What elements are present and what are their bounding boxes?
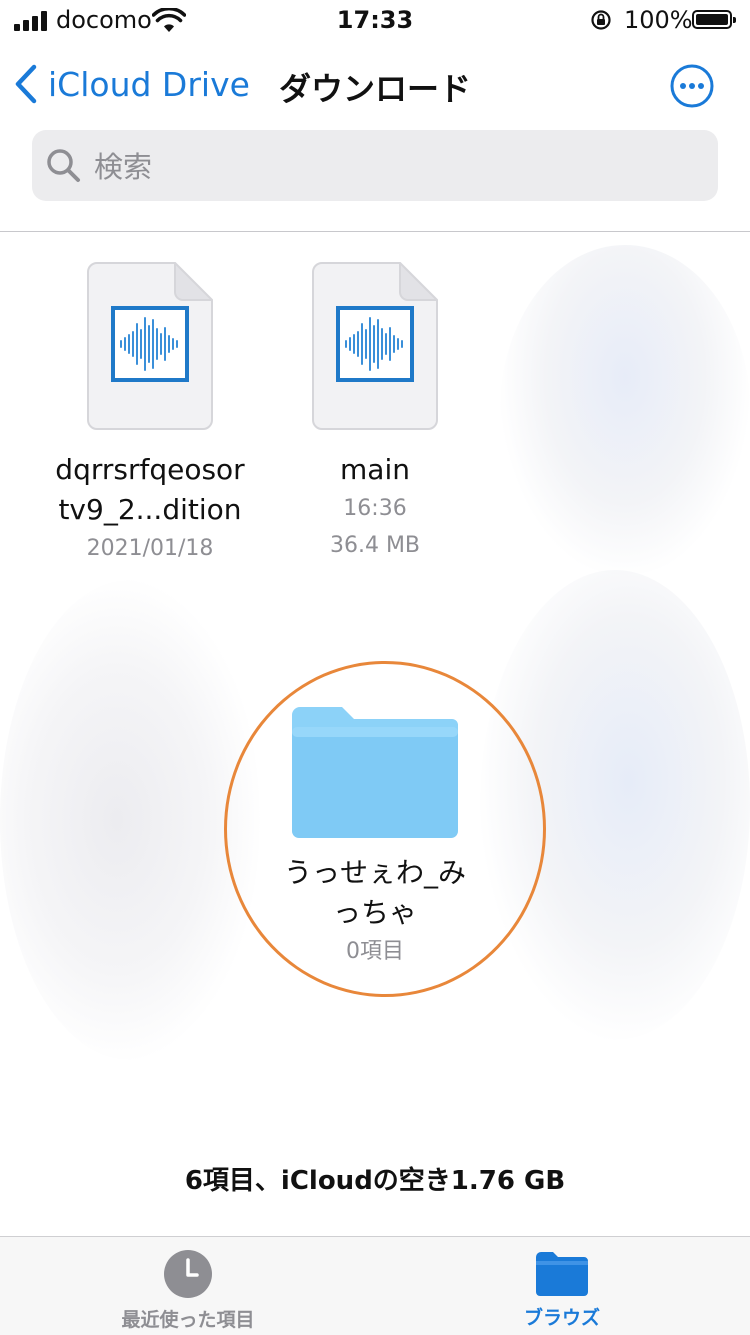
chevron-left-icon xyxy=(15,64,37,104)
highlight-circle xyxy=(224,661,546,997)
navigation-bar: iCloud Drive ダウンロード xyxy=(0,50,750,118)
file-name: dqrrsrfqeosor xyxy=(55,453,245,486)
tab-browse-label: ブラウズ xyxy=(523,1307,600,1329)
search-icon xyxy=(47,149,80,182)
back-button[interactable]: iCloud Drive xyxy=(14,64,250,104)
storage-summary: 6項目、iCloudの空き1.76 GB xyxy=(184,1166,566,1196)
audio-file-icon xyxy=(87,262,213,430)
tab-browse[interactable]: ブラウズ xyxy=(462,1249,662,1330)
file-item[interactable]: main 16:36 36.4 MB xyxy=(265,262,485,564)
file-size: 36.4 MB xyxy=(329,533,421,558)
blurred-item xyxy=(500,245,750,575)
tab-bar: 最近使った項目 ブラウズ xyxy=(0,1236,750,1335)
blurred-item xyxy=(0,580,260,1060)
more-options-icon[interactable] xyxy=(670,64,714,108)
battery-icon xyxy=(692,10,736,29)
tab-recents[interactable]: 最近使った項目 xyxy=(88,1249,288,1332)
audio-file-icon xyxy=(312,262,438,430)
status-bar: docomo 17:33 100% xyxy=(0,0,750,42)
search-input[interactable] xyxy=(92,144,696,190)
back-button-label: iCloud Drive xyxy=(48,64,250,104)
clock-icon xyxy=(164,1250,212,1298)
search-bar[interactable] xyxy=(32,130,718,201)
file-time: 16:36 xyxy=(343,496,407,521)
folder-icon xyxy=(536,1252,588,1296)
file-name: main xyxy=(340,453,410,486)
tab-recents-label: 最近使った項目 xyxy=(121,1309,255,1331)
battery-percent: 100% xyxy=(624,6,693,34)
orientation-lock-icon xyxy=(591,10,612,30)
divider xyxy=(0,231,750,232)
file-name: tv9_2...dition xyxy=(58,493,242,526)
file-date: 2021/01/18 xyxy=(86,536,214,561)
file-item[interactable]: dqrrsrfqeosor tv9_2...dition 2021/01/18 xyxy=(40,262,260,567)
